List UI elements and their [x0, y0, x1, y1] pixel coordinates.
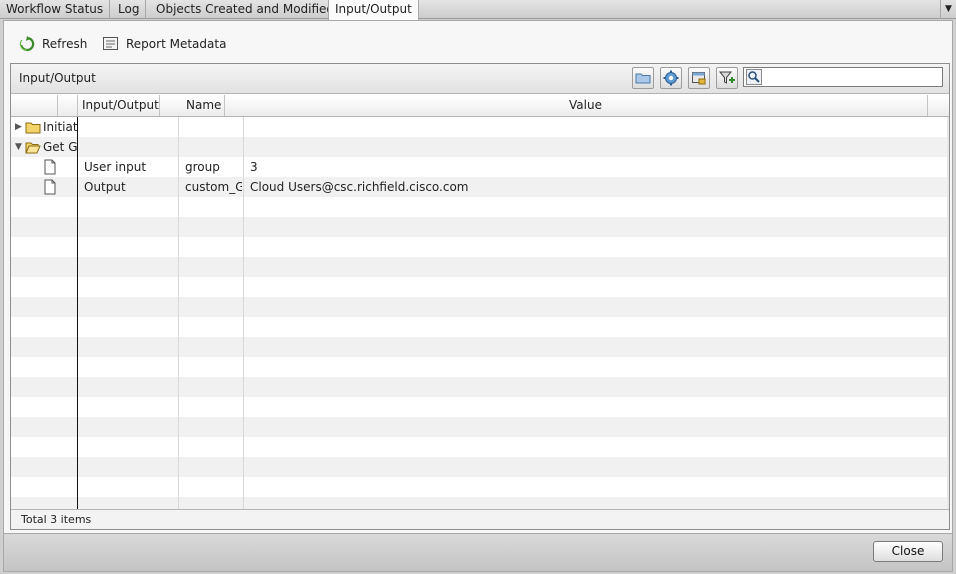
tab-log[interactable]: Log	[112, 0, 147, 19]
folder-button[interactable]	[632, 67, 654, 89]
settings-button[interactable]	[660, 67, 682, 89]
stripe	[11, 257, 947, 277]
expand-arrow-icon[interactable]: ▶	[15, 117, 25, 137]
grid-panel-header: Input/Output	[11, 64, 949, 94]
report-icon	[102, 36, 120, 52]
search-icon	[746, 69, 762, 88]
input-output-cell: Output	[84, 180, 126, 194]
collapse-arrow-icon[interactable]: ▼	[15, 137, 25, 157]
stripe	[11, 417, 947, 437]
refresh-button[interactable]: Refresh	[18, 33, 90, 55]
stripe	[11, 217, 947, 237]
stripe	[11, 137, 947, 157]
stripe	[11, 397, 947, 417]
search-input[interactable]	[764, 69, 940, 85]
input-output-cell: User input	[84, 160, 147, 174]
grid-footer: Total 3 items	[11, 509, 949, 529]
stripe	[11, 317, 947, 337]
close-button[interactable]: Close	[873, 541, 943, 562]
group-label: Get Gr	[43, 140, 77, 154]
grid-body: ▶ Initiati ▼ Get Gr User input	[11, 117, 947, 509]
stripe	[11, 497, 947, 509]
chevron-down-icon: ▼	[945, 4, 952, 14]
stripe	[11, 337, 947, 357]
export-icon	[692, 72, 706, 85]
tab-bar: Workflow Status Log Objects Created and …	[0, 0, 956, 20]
stripe	[11, 237, 947, 257]
stripe	[11, 117, 947, 137]
document-icon	[43, 157, 59, 177]
column-header-icon[interactable]	[58, 95, 78, 116]
panel-title: Input/Output	[19, 71, 96, 85]
stripe	[11, 277, 947, 297]
stripe	[11, 477, 947, 497]
stripe	[11, 377, 947, 397]
column-divider	[243, 117, 244, 509]
column-header-row: Input/Output Name Value	[11, 95, 949, 117]
value-cell: 3	[250, 160, 258, 174]
stripe	[11, 437, 947, 457]
stripe	[11, 297, 947, 317]
column-header-tree[interactable]	[11, 95, 58, 116]
group-label: Initiati	[43, 120, 77, 134]
refresh-label: Refresh	[42, 37, 88, 51]
vertical-scrollbar[interactable]	[947, 117, 949, 509]
refresh-icon	[18, 36, 36, 52]
value-cell: Cloud Users@csc.richfield.cisco.com	[250, 180, 469, 194]
stripe	[11, 457, 947, 477]
tab-workflow-status[interactable]: Workflow Status	[0, 0, 111, 19]
name-cell: group	[185, 160, 220, 174]
add-filter-button[interactable]	[716, 67, 738, 89]
name-cell: custom_Ge	[185, 180, 242, 194]
column-header-value[interactable]: Value	[244, 95, 928, 116]
dialog-button-bar: Close	[3, 534, 953, 572]
column-header-input-output[interactable]: Input/Output	[78, 95, 160, 116]
export-button[interactable]	[688, 67, 710, 89]
folder-open-icon	[25, 137, 43, 157]
main-panel: Refresh Report Metadata Input/Output Inp…	[3, 20, 953, 534]
folder-icon	[635, 73, 651, 84]
document-icon	[43, 177, 59, 197]
stripe	[11, 357, 947, 377]
search-box	[743, 67, 943, 87]
tab-input-output[interactable]: Input/Output	[328, 0, 419, 20]
tab-objects-created-modified[interactable]: Objects Created and Modified	[150, 0, 342, 19]
report-metadata-button[interactable]: Report Metadata	[102, 33, 232, 55]
input-output-grid-panel: Input/Output Input/Output Name Value ▶ I…	[10, 63, 950, 530]
total-items-label: Total 3 items	[21, 513, 92, 526]
folder-closed-icon	[25, 117, 43, 137]
stripe	[11, 197, 947, 217]
column-header-name[interactable]: Name	[182, 95, 225, 116]
tab-list-dropdown[interactable]: ▼	[940, 0, 956, 19]
report-metadata-label: Report Metadata	[126, 37, 227, 51]
column-divider	[77, 117, 78, 509]
settings-gear-icon	[663, 70, 679, 86]
add-filter-icon	[719, 71, 735, 84]
column-divider	[178, 117, 179, 509]
